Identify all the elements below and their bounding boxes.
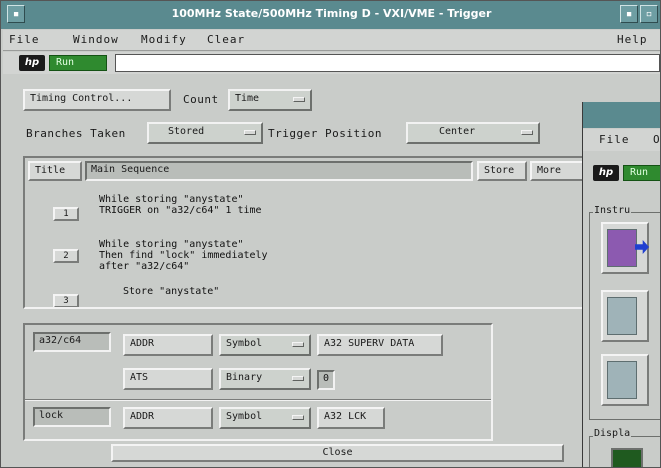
title-bar[interactable]: ▪ 100MHz State/500MHz Timing D - VXI/VME… <box>1 1 660 29</box>
term-1-label2-button[interactable]: ATS <box>123 368 213 390</box>
sequence-step-1-button[interactable]: 1 <box>53 207 79 221</box>
sequence-panel: Title Main Sequence Store More 1 While s… <box>23 156 588 309</box>
term-2-name-field[interactable]: lock <box>33 407 111 427</box>
arrow-right-icon <box>635 240 649 254</box>
more-button[interactable]: More <box>530 161 586 181</box>
term-2-format-value: Symbol <box>226 411 263 422</box>
term-2-label-button[interactable]: ADDR <box>123 407 213 429</box>
term-1-format2-select[interactable]: Binary <box>219 368 311 390</box>
sequence-title-field[interactable]: Main Sequence <box>85 161 473 181</box>
term-1-format-select[interactable]: Symbol <box>219 334 311 356</box>
branches-taken-value: Stored <box>168 126 205 137</box>
sequence-step-1-text[interactable]: While storing "anystate" TRIGGER on "a32… <box>99 194 262 216</box>
trigger-position-label: Trigger Position <box>268 127 382 140</box>
display-monitor-icon[interactable] <box>611 448 643 467</box>
trigger-position-select[interactable]: Center <box>406 122 540 144</box>
display-group-label: Displa <box>593 428 632 439</box>
menu-file[interactable]: File <box>9 33 40 46</box>
term-2-value-button[interactable]: A32 LCK <box>317 407 385 429</box>
maximize-button[interactable]: ▫ <box>640 5 658 23</box>
instrument-icon-2[interactable] <box>601 290 649 342</box>
window-title: 100MHz State/500MHz Timing D - VXI/VME -… <box>171 7 492 20</box>
option-menu-icon <box>244 130 256 135</box>
menu-bar: File Window Modify Clear Help <box>3 30 660 51</box>
sequence-step-3-button[interactable]: 3 <box>53 294 79 307</box>
instrument-icon-1[interactable] <box>601 222 649 274</box>
option-menu-icon <box>293 97 305 102</box>
main-window-title-bar[interactable] <box>583 102 660 128</box>
count-value: Time <box>235 93 260 104</box>
sequence-step-2-text[interactable]: While storing "anystate" Then find "lock… <box>99 239 268 272</box>
menu-help[interactable]: Help <box>617 33 648 46</box>
trigger-position-value: Center <box>439 126 476 137</box>
option-menu-icon <box>292 415 304 420</box>
instrument-icon-3[interactable] <box>601 354 649 406</box>
title-button[interactable]: Title <box>28 161 82 181</box>
term-1-name-field[interactable]: a32/c64 <box>33 332 111 352</box>
hp-logo: hp <box>19 55 45 71</box>
minimize-icon: ▪ <box>625 7 633 20</box>
main-window-partial[interactable]: File O hp Run Instru Displa <box>582 102 660 467</box>
count-select[interactable]: Time <box>228 89 312 111</box>
branches-taken-label: Branches Taken <box>26 127 126 140</box>
main-window-menu-file[interactable]: File <box>599 133 630 146</box>
store-button[interactable]: Store <box>477 161 527 181</box>
status-message-field <box>115 54 660 72</box>
main-window-hp-logo: hp <box>593 165 619 181</box>
menu-modify[interactable]: Modify <box>141 33 187 46</box>
window-menu-button[interactable]: ▪ <box>7 5 25 23</box>
main-window-menu-options[interactable]: O <box>653 133 660 146</box>
vme-analyzer-icon <box>607 361 637 399</box>
term-1-format2-value: Binary <box>226 372 263 383</box>
term-1-value-button[interactable]: A32 SUPERV DATA <box>317 334 443 356</box>
count-label: Count <box>183 93 219 106</box>
option-menu-icon <box>292 376 304 381</box>
option-menu-icon <box>521 130 533 135</box>
term-1-format-value: Symbol <box>226 338 263 349</box>
sequence-step-2-button[interactable]: 2 <box>53 249 79 263</box>
state-analyzer-icon <box>607 229 637 267</box>
run-button[interactable]: Run <box>49 55 107 71</box>
sequence-step-3-text[interactable]: Store "anystate" <box>123 286 219 297</box>
branches-taken-select[interactable]: Stored <box>147 122 263 144</box>
close-button[interactable]: Close <box>111 444 564 462</box>
timing-analyzer-icon <box>607 297 637 335</box>
term-1-label-button[interactable]: ADDR <box>123 334 213 356</box>
term-divider <box>25 399 491 401</box>
main-window-menu-bar: File O <box>583 129 660 151</box>
window-menu-icon: ▪ <box>12 7 20 20</box>
term-panel: a32/c64 ADDR Symbol A32 SUPERV DATA ATS … <box>23 323 493 441</box>
term-2-format-select[interactable]: Symbol <box>219 407 311 429</box>
menu-clear[interactable]: Clear <box>207 33 245 46</box>
timing-control-button[interactable]: Timing Control... <box>23 89 171 111</box>
trigger-window: ▪ 100MHz State/500MHz Timing D - VXI/VME… <box>0 0 661 468</box>
instruments-group-label: Instru <box>593 205 632 216</box>
status-row: hp Run <box>3 52 660 74</box>
term-1-value2-field[interactable]: 0 <box>317 370 335 390</box>
minimize-button[interactable]: ▪ <box>620 5 638 23</box>
menu-window[interactable]: Window <box>73 33 119 46</box>
main-window-run-button[interactable]: Run <box>623 165 660 181</box>
maximize-icon: ▫ <box>645 7 653 20</box>
option-menu-icon <box>292 342 304 347</box>
